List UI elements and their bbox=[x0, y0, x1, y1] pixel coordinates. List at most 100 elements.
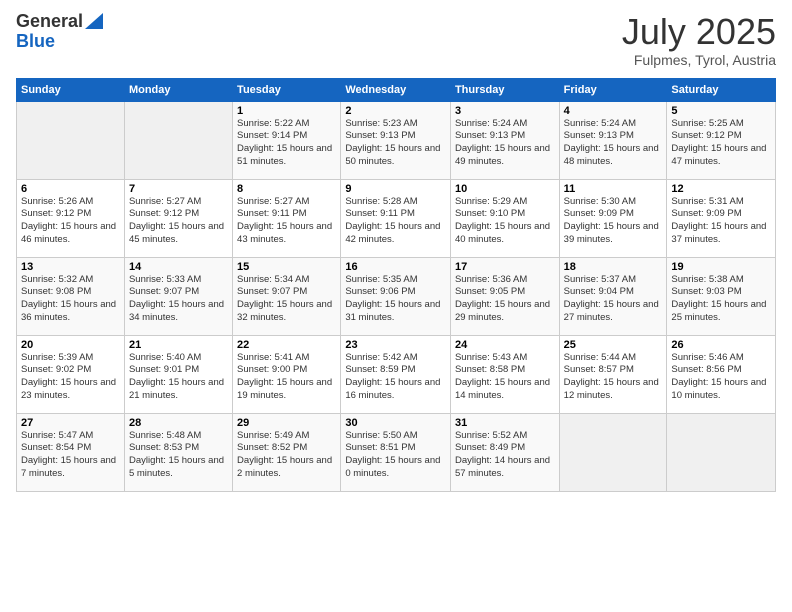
calendar-cell: 7Sunrise: 5:27 AMSunset: 9:12 PMDaylight… bbox=[124, 179, 232, 257]
day-number: 21 bbox=[129, 339, 228, 351]
calendar-cell: 3Sunrise: 5:24 AMSunset: 9:13 PMDaylight… bbox=[450, 101, 559, 179]
calendar-cell bbox=[17, 101, 125, 179]
calendar-cell bbox=[559, 413, 667, 491]
day-number: 4 bbox=[564, 105, 663, 117]
calendar-cell: 13Sunrise: 5:32 AMSunset: 9:08 PMDayligh… bbox=[17, 257, 125, 335]
calendar-cell: 14Sunrise: 5:33 AMSunset: 9:07 PMDayligh… bbox=[124, 257, 232, 335]
day-detail: Sunrise: 5:31 AMSunset: 9:09 PMDaylight:… bbox=[671, 196, 771, 247]
day-number: 28 bbox=[129, 417, 228, 429]
day-detail: Sunrise: 5:42 AMSunset: 8:59 PMDaylight:… bbox=[345, 352, 446, 403]
calendar-cell: 24Sunrise: 5:43 AMSunset: 8:58 PMDayligh… bbox=[450, 335, 559, 413]
day-detail: Sunrise: 5:38 AMSunset: 9:03 PMDaylight:… bbox=[671, 274, 771, 325]
calendar-cell: 27Sunrise: 5:47 AMSunset: 8:54 PMDayligh… bbox=[17, 413, 125, 491]
logo-blue-text: Blue bbox=[16, 32, 55, 52]
day-detail: Sunrise: 5:41 AMSunset: 9:00 PMDaylight:… bbox=[237, 352, 336, 403]
day-detail: Sunrise: 5:26 AMSunset: 9:12 PMDaylight:… bbox=[21, 196, 120, 247]
day-number: 25 bbox=[564, 339, 663, 351]
day-number: 27 bbox=[21, 417, 120, 429]
calendar-week: 1Sunrise: 5:22 AMSunset: 9:14 PMDaylight… bbox=[17, 101, 776, 179]
calendar-cell: 20Sunrise: 5:39 AMSunset: 9:02 PMDayligh… bbox=[17, 335, 125, 413]
day-number: 18 bbox=[564, 261, 663, 273]
calendar-cell: 15Sunrise: 5:34 AMSunset: 9:07 PMDayligh… bbox=[233, 257, 341, 335]
day-detail: Sunrise: 5:24 AMSunset: 9:13 PMDaylight:… bbox=[564, 118, 663, 169]
title-block: July 2025 Fulpmes, Tyrol, Austria bbox=[622, 12, 776, 68]
calendar-cell: 29Sunrise: 5:49 AMSunset: 8:52 PMDayligh… bbox=[233, 413, 341, 491]
header: General Blue July 2025 Fulpmes, Tyrol, A… bbox=[16, 12, 776, 68]
day-detail: Sunrise: 5:24 AMSunset: 9:13 PMDaylight:… bbox=[455, 118, 555, 169]
calendar-cell: 11Sunrise: 5:30 AMSunset: 9:09 PMDayligh… bbox=[559, 179, 667, 257]
weekday-header: Thursday bbox=[450, 78, 559, 101]
day-number: 12 bbox=[671, 183, 771, 195]
subtitle: Fulpmes, Tyrol, Austria bbox=[622, 52, 776, 68]
day-detail: Sunrise: 5:52 AMSunset: 8:49 PMDaylight:… bbox=[455, 430, 555, 481]
day-detail: Sunrise: 5:36 AMSunset: 9:05 PMDaylight:… bbox=[455, 274, 555, 325]
day-number: 5 bbox=[671, 105, 771, 117]
day-detail: Sunrise: 5:27 AMSunset: 9:11 PMDaylight:… bbox=[237, 196, 336, 247]
calendar-cell: 17Sunrise: 5:36 AMSunset: 9:05 PMDayligh… bbox=[450, 257, 559, 335]
logo-general-text: General bbox=[16, 12, 83, 32]
day-number: 16 bbox=[345, 261, 446, 273]
day-number: 15 bbox=[237, 261, 336, 273]
day-detail: Sunrise: 5:37 AMSunset: 9:04 PMDaylight:… bbox=[564, 274, 663, 325]
weekday-header: Friday bbox=[559, 78, 667, 101]
day-number: 14 bbox=[129, 261, 228, 273]
weekday-header: Monday bbox=[124, 78, 232, 101]
calendar-cell: 8Sunrise: 5:27 AMSunset: 9:11 PMDaylight… bbox=[233, 179, 341, 257]
calendar-cell bbox=[667, 413, 776, 491]
day-number: 29 bbox=[237, 417, 336, 429]
calendar-cell: 10Sunrise: 5:29 AMSunset: 9:10 PMDayligh… bbox=[450, 179, 559, 257]
calendar-cell: 18Sunrise: 5:37 AMSunset: 9:04 PMDayligh… bbox=[559, 257, 667, 335]
calendar-header: SundayMondayTuesdayWednesdayThursdayFrid… bbox=[17, 78, 776, 101]
day-detail: Sunrise: 5:30 AMSunset: 9:09 PMDaylight:… bbox=[564, 196, 663, 247]
day-number: 19 bbox=[671, 261, 771, 273]
calendar-cell: 22Sunrise: 5:41 AMSunset: 9:00 PMDayligh… bbox=[233, 335, 341, 413]
day-detail: Sunrise: 5:23 AMSunset: 9:13 PMDaylight:… bbox=[345, 118, 446, 169]
day-number: 31 bbox=[455, 417, 555, 429]
calendar-cell: 19Sunrise: 5:38 AMSunset: 9:03 PMDayligh… bbox=[667, 257, 776, 335]
day-number: 6 bbox=[21, 183, 120, 195]
day-number: 9 bbox=[345, 183, 446, 195]
calendar-cell: 30Sunrise: 5:50 AMSunset: 8:51 PMDayligh… bbox=[341, 413, 451, 491]
day-number: 24 bbox=[455, 339, 555, 351]
calendar-cell: 2Sunrise: 5:23 AMSunset: 9:13 PMDaylight… bbox=[341, 101, 451, 179]
day-number: 1 bbox=[237, 105, 336, 117]
calendar-table: SundayMondayTuesdayWednesdayThursdayFrid… bbox=[16, 78, 776, 492]
day-number: 11 bbox=[564, 183, 663, 195]
day-detail: Sunrise: 5:28 AMSunset: 9:11 PMDaylight:… bbox=[345, 196, 446, 247]
calendar-week: 6Sunrise: 5:26 AMSunset: 9:12 PMDaylight… bbox=[17, 179, 776, 257]
calendar-cell: 5Sunrise: 5:25 AMSunset: 9:12 PMDaylight… bbox=[667, 101, 776, 179]
day-detail: Sunrise: 5:47 AMSunset: 8:54 PMDaylight:… bbox=[21, 430, 120, 481]
weekday-header: Wednesday bbox=[341, 78, 451, 101]
day-number: 8 bbox=[237, 183, 336, 195]
day-detail: Sunrise: 5:48 AMSunset: 8:53 PMDaylight:… bbox=[129, 430, 228, 481]
calendar-cell: 28Sunrise: 5:48 AMSunset: 8:53 PMDayligh… bbox=[124, 413, 232, 491]
calendar-cell: 23Sunrise: 5:42 AMSunset: 8:59 PMDayligh… bbox=[341, 335, 451, 413]
day-number: 26 bbox=[671, 339, 771, 351]
day-detail: Sunrise: 5:22 AMSunset: 9:14 PMDaylight:… bbox=[237, 118, 336, 169]
day-number: 10 bbox=[455, 183, 555, 195]
calendar-week: 27Sunrise: 5:47 AMSunset: 8:54 PMDayligh… bbox=[17, 413, 776, 491]
weekday-header: Sunday bbox=[17, 78, 125, 101]
logo-icon bbox=[85, 13, 103, 29]
weekday-header: Tuesday bbox=[233, 78, 341, 101]
calendar-week: 20Sunrise: 5:39 AMSunset: 9:02 PMDayligh… bbox=[17, 335, 776, 413]
day-number: 13 bbox=[21, 261, 120, 273]
calendar-cell: 1Sunrise: 5:22 AMSunset: 9:14 PMDaylight… bbox=[233, 101, 341, 179]
day-detail: Sunrise: 5:35 AMSunset: 9:06 PMDaylight:… bbox=[345, 274, 446, 325]
page-container: General Blue July 2025 Fulpmes, Tyrol, A… bbox=[0, 0, 792, 500]
logo: General Blue bbox=[16, 12, 103, 52]
day-number: 22 bbox=[237, 339, 336, 351]
day-detail: Sunrise: 5:27 AMSunset: 9:12 PMDaylight:… bbox=[129, 196, 228, 247]
day-number: 20 bbox=[21, 339, 120, 351]
calendar-cell: 9Sunrise: 5:28 AMSunset: 9:11 PMDaylight… bbox=[341, 179, 451, 257]
calendar-cell: 12Sunrise: 5:31 AMSunset: 9:09 PMDayligh… bbox=[667, 179, 776, 257]
day-detail: Sunrise: 5:40 AMSunset: 9:01 PMDaylight:… bbox=[129, 352, 228, 403]
main-title: July 2025 bbox=[622, 12, 776, 52]
day-detail: Sunrise: 5:25 AMSunset: 9:12 PMDaylight:… bbox=[671, 118, 771, 169]
day-number: 3 bbox=[455, 105, 555, 117]
calendar-cell: 4Sunrise: 5:24 AMSunset: 9:13 PMDaylight… bbox=[559, 101, 667, 179]
day-number: 7 bbox=[129, 183, 228, 195]
calendar-cell: 31Sunrise: 5:52 AMSunset: 8:49 PMDayligh… bbox=[450, 413, 559, 491]
day-detail: Sunrise: 5:39 AMSunset: 9:02 PMDaylight:… bbox=[21, 352, 120, 403]
day-detail: Sunrise: 5:29 AMSunset: 9:10 PMDaylight:… bbox=[455, 196, 555, 247]
